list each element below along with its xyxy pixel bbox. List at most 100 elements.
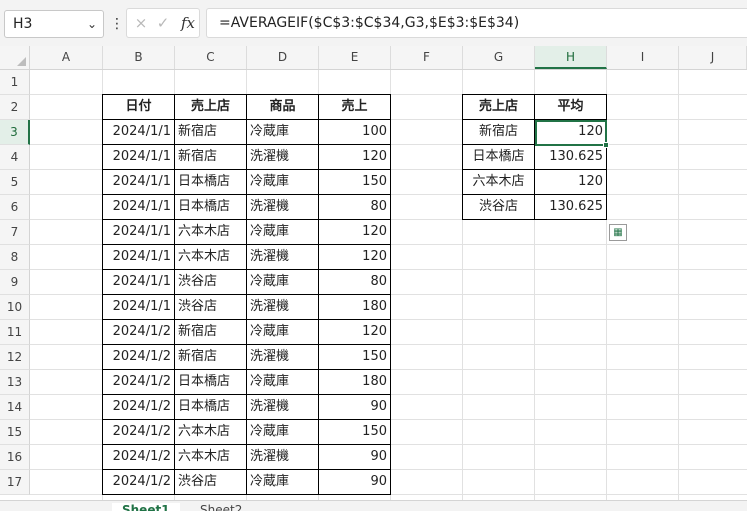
sales-header-cell[interactable]: 日付 — [102, 94, 175, 120]
average-header-cell[interactable]: 売上店 — [462, 94, 535, 120]
sales-data-cell[interactable]: 180 — [318, 369, 391, 395]
row-header-9[interactable]: 9 — [0, 270, 30, 295]
sales-data-cell[interactable]: 2024/1/1 — [102, 119, 175, 145]
sales-data-cell[interactable]: 日本橋店 — [174, 194, 247, 220]
average-data-cell[interactable]: 130.625 — [534, 144, 607, 170]
sales-data-cell[interactable]: 80 — [318, 269, 391, 295]
sales-data-cell[interactable]: 120 — [318, 144, 391, 170]
select-all-button[interactable] — [0, 46, 30, 69]
sales-data-cell[interactable]: 洗濯機 — [246, 444, 319, 470]
quick-analysis-icon[interactable]: ▦ — [609, 224, 627, 241]
sales-data-cell[interactable]: 2024/1/2 — [102, 419, 175, 445]
sales-data-cell[interactable]: 90 — [318, 394, 391, 420]
sales-data-cell[interactable]: 洗濯機 — [246, 244, 319, 270]
row-header-8[interactable]: 8 — [0, 245, 30, 270]
average-header-cell[interactable]: 平均 — [534, 94, 607, 120]
average-data-cell[interactable]: 渋谷店 — [462, 194, 535, 220]
sales-header-cell[interactable]: 売上店 — [174, 94, 247, 120]
column-header-f[interactable]: F — [391, 46, 463, 69]
column-header-h[interactable]: H — [535, 46, 607, 69]
row-header-7[interactable]: 7 — [0, 220, 30, 245]
sales-data-cell[interactable]: 2024/1/1 — [102, 169, 175, 195]
column-header-b[interactable]: B — [103, 46, 175, 69]
column-header-c[interactable]: C — [175, 46, 247, 69]
name-box[interactable]: H3 ⌄ — [4, 10, 104, 38]
sales-data-cell[interactable]: 洗濯機 — [246, 194, 319, 220]
row-header-15[interactable]: 15 — [0, 420, 30, 445]
sales-data-cell[interactable]: 日本橋店 — [174, 394, 247, 420]
sales-data-cell[interactable]: 100 — [318, 119, 391, 145]
sales-data-cell[interactable]: 日本橋店 — [174, 169, 247, 195]
sales-data-cell[interactable]: 2024/1/1 — [102, 269, 175, 295]
average-data-cell[interactable]: 六本木店 — [462, 169, 535, 195]
cancel-icon[interactable]: × — [133, 14, 149, 32]
column-header-i[interactable]: I — [607, 46, 679, 69]
sales-data-cell[interactable]: 80 — [318, 194, 391, 220]
column-header-g[interactable]: G — [463, 46, 535, 69]
sales-data-cell[interactable]: 新宿店 — [174, 344, 247, 370]
row-header-17[interactable]: 17 — [0, 470, 30, 495]
sales-data-cell[interactable]: 150 — [318, 169, 391, 195]
enter-icon[interactable]: ✓ — [155, 14, 171, 32]
sales-data-cell[interactable]: 2024/1/2 — [102, 469, 175, 495]
sales-data-cell[interactable]: 2024/1/1 — [102, 144, 175, 170]
row-header-1[interactable]: 1 — [0, 70, 30, 95]
sales-data-cell[interactable]: 2024/1/1 — [102, 244, 175, 270]
more-options-icon[interactable]: ⋮ — [110, 14, 124, 34]
insert-function-icon[interactable]: fx — [179, 13, 197, 33]
average-data-cell[interactable]: 日本橋店 — [462, 144, 535, 170]
fill-handle[interactable] — [603, 142, 609, 148]
sales-data-cell[interactable]: 2024/1/1 — [102, 294, 175, 320]
row-header-11[interactable]: 11 — [0, 320, 30, 345]
sales-data-cell[interactable]: 日本橋店 — [174, 369, 247, 395]
sales-data-cell[interactable]: 冷蔵庫 — [246, 119, 319, 145]
sales-data-cell[interactable]: 180 — [318, 294, 391, 320]
row-header-6[interactable]: 6 — [0, 195, 30, 220]
sales-data-cell[interactable]: 渋谷店 — [174, 269, 247, 295]
sales-data-cell[interactable]: 冷蔵庫 — [246, 269, 319, 295]
sales-data-cell[interactable]: 2024/1/2 — [102, 369, 175, 395]
sales-data-cell[interactable]: 新宿店 — [174, 119, 247, 145]
sales-data-cell[interactable]: 冷蔵庫 — [246, 219, 319, 245]
average-data-cell[interactable]: 130.625 — [534, 194, 607, 220]
sales-data-cell[interactable]: 新宿店 — [174, 319, 247, 345]
sales-data-cell[interactable]: 渋谷店 — [174, 469, 247, 495]
sales-data-cell[interactable]: 六本木店 — [174, 419, 247, 445]
row-header-2[interactable]: 2 — [0, 95, 30, 120]
average-data-cell[interactable]: 新宿店 — [462, 119, 535, 145]
sales-data-cell[interactable]: 渋谷店 — [174, 294, 247, 320]
row-header-10[interactable]: 10 — [0, 295, 30, 320]
sales-data-cell[interactable]: 150 — [318, 344, 391, 370]
sales-data-cell[interactable]: 90 — [318, 444, 391, 470]
column-header-j[interactable]: J — [679, 46, 747, 69]
sales-data-cell[interactable]: 六本木店 — [174, 444, 247, 470]
row-header-12[interactable]: 12 — [0, 345, 30, 370]
sales-data-cell[interactable]: 六本木店 — [174, 219, 247, 245]
chevron-down-icon[interactable]: ⌄ — [85, 15, 99, 33]
column-header-a[interactable]: A — [30, 46, 103, 69]
sales-data-cell[interactable]: 洗濯機 — [246, 394, 319, 420]
sales-data-cell[interactable]: 2024/1/1 — [102, 194, 175, 220]
sales-data-cell[interactable]: 冷蔵庫 — [246, 369, 319, 395]
sales-data-cell[interactable]: 冷蔵庫 — [246, 419, 319, 445]
row-header-4[interactable]: 4 — [0, 145, 30, 170]
sales-data-cell[interactable]: 150 — [318, 419, 391, 445]
sales-data-cell[interactable]: 120 — [318, 219, 391, 245]
sales-data-cell[interactable]: 冷蔵庫 — [246, 169, 319, 195]
column-header-e[interactable]: E — [319, 46, 391, 69]
sales-data-cell[interactable]: 洗濯機 — [246, 144, 319, 170]
sales-data-cell[interactable]: 2024/1/2 — [102, 319, 175, 345]
sales-data-cell[interactable]: 90 — [318, 469, 391, 495]
row-header-3[interactable]: 3 — [0, 120, 30, 145]
row-header-13[interactable]: 13 — [0, 370, 30, 395]
sales-data-cell[interactable]: 2024/1/2 — [102, 344, 175, 370]
sales-data-cell[interactable]: 120 — [318, 319, 391, 345]
sales-data-cell[interactable]: 六本木店 — [174, 244, 247, 270]
sales-data-cell[interactable]: 新宿店 — [174, 144, 247, 170]
sales-data-cell[interactable]: 120 — [318, 244, 391, 270]
sales-data-cell[interactable]: 2024/1/1 — [102, 219, 175, 245]
row-header-5[interactable]: 5 — [0, 170, 30, 195]
row-header-16[interactable]: 16 — [0, 445, 30, 470]
sales-data-cell[interactable]: 冷蔵庫 — [246, 319, 319, 345]
sales-data-cell[interactable]: 2024/1/2 — [102, 394, 175, 420]
